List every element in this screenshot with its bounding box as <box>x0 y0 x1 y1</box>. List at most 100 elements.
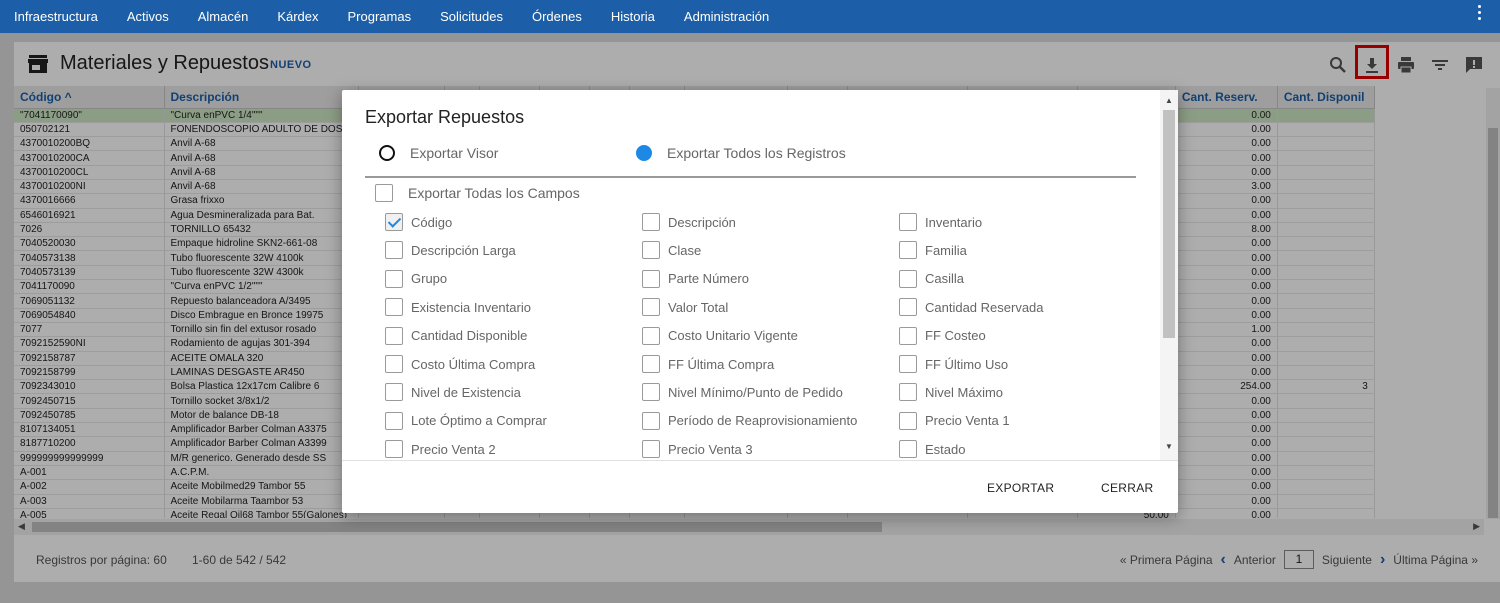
field-label: Clase <box>668 242 702 258</box>
field-checkbox[interactable]: Grupo <box>385 269 448 288</box>
checkbox-icon[interactable] <box>899 213 917 231</box>
field-checkbox[interactable]: Inventario <box>899 213 982 231</box>
checkbox-checked-icon[interactable] <box>385 213 403 231</box>
field-label: Existencia Inventario <box>411 299 531 315</box>
checkbox-icon[interactable] <box>899 440 917 459</box>
checkbox-icon[interactable] <box>375 184 393 202</box>
field-label: Grupo <box>411 271 448 287</box>
checkbox-icon[interactable] <box>642 269 660 288</box>
checkbox-icon[interactable] <box>642 440 660 459</box>
radio-selected-icon[interactable] <box>636 145 652 161</box>
field-checkbox[interactable]: FF Última Compra <box>642 355 774 373</box>
export-all-fields-checkbox[interactable]: Exportar Todas los Campos <box>375 184 580 202</box>
field-checkbox[interactable]: Costo Unitario Vigente <box>642 326 798 345</box>
checkbox-icon[interactable] <box>899 241 917 260</box>
export-dialog: Exportar Repuestos Exportar Visor Export… <box>342 90 1178 513</box>
field-checkbox[interactable]: Costo Última Compra <box>385 355 535 373</box>
field-label: Cantidad Disponible <box>411 328 528 344</box>
field-checkbox[interactable]: Precio Venta 2 <box>385 440 496 459</box>
field-label: Lote Óptimo a Comprar <box>411 413 547 429</box>
field-checkbox[interactable]: Descripción <box>642 213 736 231</box>
checkbox-icon[interactable] <box>642 355 660 373</box>
checkbox-icon[interactable] <box>899 326 917 345</box>
checkbox-icon[interactable] <box>642 411 660 430</box>
checkbox-icon[interactable] <box>385 298 403 317</box>
field-label: Cantidad Reservada <box>925 299 1044 315</box>
field-label: Descripción Larga <box>411 242 516 258</box>
field-checkbox[interactable]: Cantidad Reservada <box>899 298 1044 317</box>
export-all-records-label: Exportar Todos los Registros <box>667 145 846 161</box>
field-checkbox[interactable]: Código <box>385 213 452 231</box>
field-label: Nivel Máximo <box>925 384 1004 400</box>
radio-unselected-icon[interactable] <box>379 145 395 161</box>
scroll-down-icon[interactable]: ▼ <box>1165 442 1173 451</box>
field-checkbox[interactable]: Nivel de Existencia <box>385 383 521 402</box>
checkbox-icon[interactable] <box>642 298 660 317</box>
checkbox-icon[interactable] <box>642 213 660 231</box>
scroll-up-icon[interactable]: ▲ <box>1165 96 1173 105</box>
field-label: Valor Total <box>668 299 729 315</box>
more-options-icon[interactable] <box>1476 5 1482 23</box>
field-label: Nivel Mínimo/Punto de Pedido <box>668 384 843 400</box>
dialog-scroll-thumb[interactable] <box>1163 110 1175 338</box>
field-checkbox[interactable]: Precio Venta 1 <box>899 411 1010 430</box>
nav-item[interactable]: Historia <box>611 9 655 24</box>
field-label: Parte Número <box>668 271 749 287</box>
checkbox-icon[interactable] <box>385 355 403 373</box>
checkbox-icon[interactable] <box>385 326 403 345</box>
nav-item[interactable]: Solicitudes <box>440 9 503 24</box>
field-label: Precio Venta 2 <box>411 441 496 457</box>
field-checkbox[interactable]: Nivel Máximo <box>899 383 1004 402</box>
field-checkbox[interactable]: Nivel Mínimo/Punto de Pedido <box>642 383 843 402</box>
dialog-scrollbar[interactable]: ▲ ▼ <box>1160 90 1178 460</box>
export-all-records-radio[interactable]: Exportar Todos los Registros <box>636 145 846 161</box>
close-button[interactable]: CERRAR <box>1101 481 1153 495</box>
field-checkbox[interactable]: Clase <box>642 241 702 260</box>
checkbox-icon[interactable] <box>899 269 917 288</box>
field-checkbox[interactable]: FF Último Uso <box>899 355 1008 373</box>
divider <box>365 176 1136 178</box>
field-checkbox[interactable]: Familia <box>899 241 967 260</box>
checkbox-icon[interactable] <box>899 383 917 402</box>
nav-item[interactable]: Infraestructura <box>14 9 98 24</box>
checkbox-icon[interactable] <box>899 355 917 373</box>
field-label: Familia <box>925 242 967 258</box>
field-label: Precio Venta 1 <box>925 413 1010 429</box>
top-navigation: Infraestructura Activos Almacén Kárdex Progr… <box>0 0 1500 33</box>
checkbox-icon[interactable] <box>899 411 917 430</box>
nav-item[interactable]: Almacén <box>198 9 249 24</box>
checkbox-icon[interactable] <box>385 440 403 459</box>
field-label: Nivel de Existencia <box>411 384 521 400</box>
field-checkbox[interactable]: Existencia Inventario <box>385 298 531 317</box>
field-checkbox[interactable]: Precio Venta 3 <box>642 440 753 459</box>
nav-item[interactable]: Activos <box>127 9 169 24</box>
dialog-title: Exportar Repuestos <box>365 107 525 127</box>
checkbox-icon[interactable] <box>385 383 403 402</box>
export-button[interactable]: EXPORTAR <box>987 481 1054 495</box>
field-checkbox[interactable]: Cantidad Disponible <box>385 326 528 345</box>
field-checkbox[interactable]: Período de Reaprovisionamiento <box>642 411 857 430</box>
nav-item[interactable]: Administración <box>684 9 769 24</box>
dialog-actions: EXPORTAR CERRAR <box>342 460 1178 513</box>
field-checkbox[interactable]: Parte Número <box>642 269 749 288</box>
field-checkbox[interactable]: Valor Total <box>642 298 729 317</box>
field-label: Casilla <box>925 271 965 287</box>
checkbox-icon[interactable] <box>899 298 917 317</box>
export-viewer-label: Exportar Visor <box>410 145 499 161</box>
field-checkbox[interactable]: Estado <box>899 440 965 459</box>
field-checkbox[interactable]: Descripción Larga <box>385 241 516 260</box>
nav-item[interactable]: Kárdex <box>277 9 318 24</box>
field-checkbox[interactable]: Lote Óptimo a Comprar <box>385 411 547 430</box>
export-viewer-radio[interactable]: Exportar Visor <box>379 145 498 161</box>
field-checkbox[interactable]: Casilla <box>899 269 965 288</box>
field-checkbox[interactable]: FF Costeo <box>899 326 986 345</box>
nav-item[interactable]: Órdenes <box>532 9 582 24</box>
checkbox-icon[interactable] <box>642 326 660 345</box>
nav-item[interactable]: Programas <box>348 9 412 24</box>
export-dialog-body: Exportar Repuestos Exportar Visor Export… <box>342 90 1160 460</box>
checkbox-icon[interactable] <box>642 383 660 402</box>
checkbox-icon[interactable] <box>385 241 403 260</box>
checkbox-icon[interactable] <box>385 269 403 288</box>
checkbox-icon[interactable] <box>642 241 660 260</box>
checkbox-icon[interactable] <box>385 411 403 430</box>
